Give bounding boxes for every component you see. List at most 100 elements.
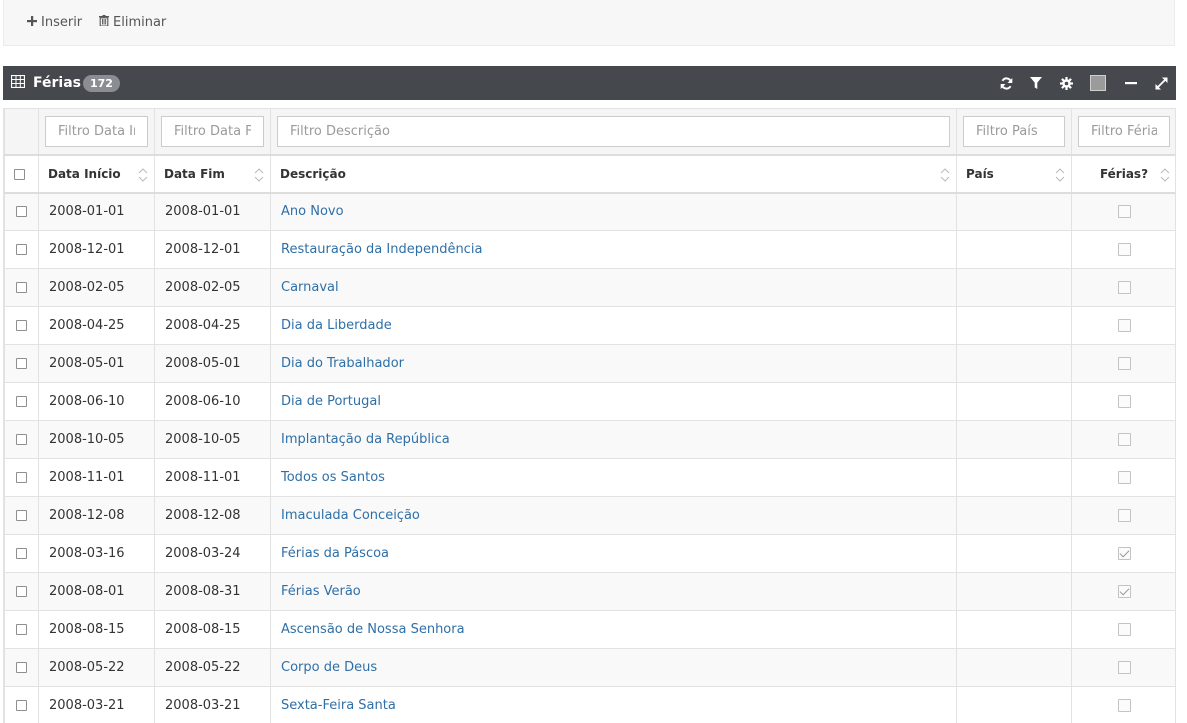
table-row[interactable]: 2008-06-10 2008-06-10 Dia de Portugal bbox=[4, 382, 1175, 421]
filter-pais-input[interactable] bbox=[963, 115, 1065, 147]
cell-data-inicio: 2008-10-05 bbox=[38, 420, 155, 459]
cell-data-inicio: 2008-03-21 bbox=[38, 686, 155, 723]
table-row[interactable]: 2008-11-01 2008-11-01 Todos os Santos bbox=[4, 458, 1175, 497]
cell-descricao-link[interactable]: Imaculada Conceição bbox=[270, 496, 957, 535]
row-select-checkbox[interactable] bbox=[16, 320, 27, 331]
row-select-cell bbox=[4, 344, 39, 383]
color-picker-button[interactable] bbox=[1089, 74, 1107, 92]
cell-descricao-link[interactable]: Dia da Liberdade bbox=[270, 306, 957, 345]
cell-descricao-link[interactable]: Ascensão de Nossa Senhora bbox=[270, 610, 957, 649]
table-row[interactable]: 2008-02-05 2008-02-05 Carnaval bbox=[4, 268, 1175, 307]
column-header-data-fim[interactable]: Data Fim bbox=[154, 154, 271, 194]
row-select-checkbox[interactable] bbox=[16, 624, 27, 635]
insert-button[interactable]: Inserir bbox=[26, 14, 82, 32]
cell-data-fim: 2008-01-01 bbox=[154, 192, 271, 231]
cell-ferias bbox=[1071, 344, 1175, 383]
row-select-checkbox[interactable] bbox=[16, 244, 27, 255]
column-header-data-inicio[interactable]: Data Início bbox=[38, 154, 155, 194]
sort-icon bbox=[254, 167, 264, 182]
table-row[interactable]: 2008-05-01 2008-05-01 Dia do Trabalhador bbox=[4, 344, 1175, 383]
row-select-checkbox[interactable] bbox=[16, 396, 27, 407]
filter-data-fim-input[interactable] bbox=[161, 115, 264, 147]
table-row[interactable]: 2008-01-01 2008-01-01 Ano Novo bbox=[4, 192, 1175, 231]
ferias-checkbox bbox=[1117, 357, 1131, 370]
row-select-checkbox[interactable] bbox=[16, 586, 27, 597]
column-header-pais[interactable]: País bbox=[956, 154, 1072, 194]
row-select-checkbox[interactable] bbox=[16, 206, 27, 218]
action-toolbar: Inserir Eliminar bbox=[3, 0, 1175, 46]
cell-descricao-link[interactable]: Implantação da República bbox=[270, 420, 957, 459]
cell-descricao-link[interactable]: Dia do Trabalhador bbox=[270, 344, 957, 383]
column-header-label: Férias? bbox=[1099, 166, 1149, 181]
filter-button[interactable] bbox=[1027, 74, 1045, 92]
cell-data-inicio: 2008-08-01 bbox=[38, 572, 155, 611]
table-row[interactable]: 2008-12-01 2008-12-01 Restauração da Indep… bbox=[4, 230, 1175, 269]
table-row[interactable]: 2008-03-16 2008-03-24 Férias da Páscoa bbox=[4, 534, 1175, 573]
table-row[interactable]: 2008-10-05 2008-10-05 Implantação da Repúb… bbox=[4, 420, 1175, 459]
filter-cell bbox=[956, 108, 1072, 156]
record-count-badge: 172 bbox=[83, 75, 120, 92]
cell-data-inicio: 2008-01-01 bbox=[38, 192, 155, 231]
ferias-table: Data Início Data Fim Descrição País Féri… bbox=[4, 108, 1175, 723]
cell-data-inicio: 2008-11-01 bbox=[38, 458, 155, 497]
table-row[interactable]: 2008-04-25 2008-04-25 Dia da Liberdade bbox=[4, 306, 1175, 345]
cell-descricao-link[interactable]: Carnaval bbox=[270, 268, 957, 307]
cell-descricao-link[interactable]: Férias Verão bbox=[270, 572, 957, 611]
cell-data-fim: 2008-03-21 bbox=[154, 686, 271, 723]
cell-descricao-link[interactable]: Dia de Portugal bbox=[270, 382, 957, 421]
column-header-descricao[interactable]: Descrição bbox=[270, 154, 957, 194]
cell-descricao-link[interactable]: Todos os Santos bbox=[270, 458, 957, 497]
row-select-checkbox[interactable] bbox=[16, 472, 27, 483]
row-select-cell bbox=[4, 192, 39, 231]
ferias-checkbox bbox=[1117, 509, 1131, 522]
ferias-checkbox bbox=[1117, 243, 1131, 256]
row-select-cell bbox=[4, 230, 39, 269]
filter-descricao-input[interactable] bbox=[277, 115, 950, 147]
table-row[interactable]: 2008-12-08 2008-12-08 Imaculada Conceição bbox=[4, 496, 1175, 535]
cell-descricao-link[interactable]: Sexta-Feira Santa bbox=[270, 686, 957, 723]
color-swatch-icon bbox=[1090, 75, 1106, 91]
row-select-checkbox[interactable] bbox=[16, 282, 27, 293]
cell-descricao-link[interactable]: Restauração da Independência bbox=[270, 230, 957, 269]
cell-data-fim: 2008-06-10 bbox=[154, 382, 271, 421]
refresh-button[interactable] bbox=[997, 74, 1015, 92]
collapse-button[interactable] bbox=[1122, 74, 1140, 92]
column-header-label: Data Fim bbox=[164, 166, 225, 181]
row-select-checkbox[interactable] bbox=[16, 358, 27, 369]
cell-pais bbox=[956, 534, 1072, 573]
row-select-checkbox[interactable] bbox=[16, 510, 27, 521]
cell-descricao-link[interactable]: Férias da Páscoa bbox=[270, 534, 957, 573]
row-select-checkbox[interactable] bbox=[16, 662, 27, 673]
ferias-checkbox bbox=[1117, 319, 1131, 332]
cell-data-fim: 2008-12-08 bbox=[154, 496, 271, 535]
select-all-checkbox[interactable] bbox=[14, 168, 25, 180]
cell-descricao-link[interactable]: Corpo de Deus bbox=[270, 648, 957, 687]
cell-pais bbox=[956, 648, 1072, 687]
row-select-checkbox[interactable] bbox=[16, 548, 27, 559]
filter-icon bbox=[1030, 77, 1042, 89]
cell-ferias bbox=[1071, 192, 1175, 231]
grid-header: Férias 172 bbox=[3, 66, 1176, 100]
fullscreen-button[interactable] bbox=[1152, 74, 1170, 92]
cell-data-fim: 2008-08-15 bbox=[154, 610, 271, 649]
row-select-checkbox[interactable] bbox=[16, 700, 27, 711]
cell-ferias bbox=[1071, 230, 1175, 269]
filter-data-inicio-input[interactable] bbox=[45, 115, 148, 147]
cell-data-inicio: 2008-05-22 bbox=[38, 648, 155, 687]
cell-ferias bbox=[1071, 458, 1175, 497]
filter-ferias-input[interactable] bbox=[1078, 115, 1170, 147]
plus-icon bbox=[26, 14, 38, 32]
column-header-ferias[interactable]: Férias? bbox=[1071, 154, 1175, 194]
delete-button[interactable]: Eliminar bbox=[98, 14, 166, 32]
cell-data-fim: 2008-03-24 bbox=[154, 534, 271, 573]
row-select-checkbox[interactable] bbox=[16, 434, 27, 445]
cell-data-fim: 2008-04-25 bbox=[154, 306, 271, 345]
settings-button[interactable] bbox=[1057, 74, 1075, 92]
cell-data-fim: 2008-05-22 bbox=[154, 648, 271, 687]
row-select-cell bbox=[4, 420, 39, 459]
table-row[interactable]: 2008-08-15 2008-08-15 Ascensão de Nossa Se… bbox=[4, 610, 1175, 649]
table-row[interactable]: 2008-08-01 2008-08-31 Férias Verão bbox=[4, 572, 1175, 611]
table-row[interactable]: 2008-05-22 2008-05-22 Corpo de Deus bbox=[4, 648, 1175, 687]
table-row[interactable]: 2008-03-21 2008-03-21 Sexta-Feira Santa bbox=[4, 686, 1175, 723]
cell-descricao-link[interactable]: Ano Novo bbox=[270, 192, 957, 231]
